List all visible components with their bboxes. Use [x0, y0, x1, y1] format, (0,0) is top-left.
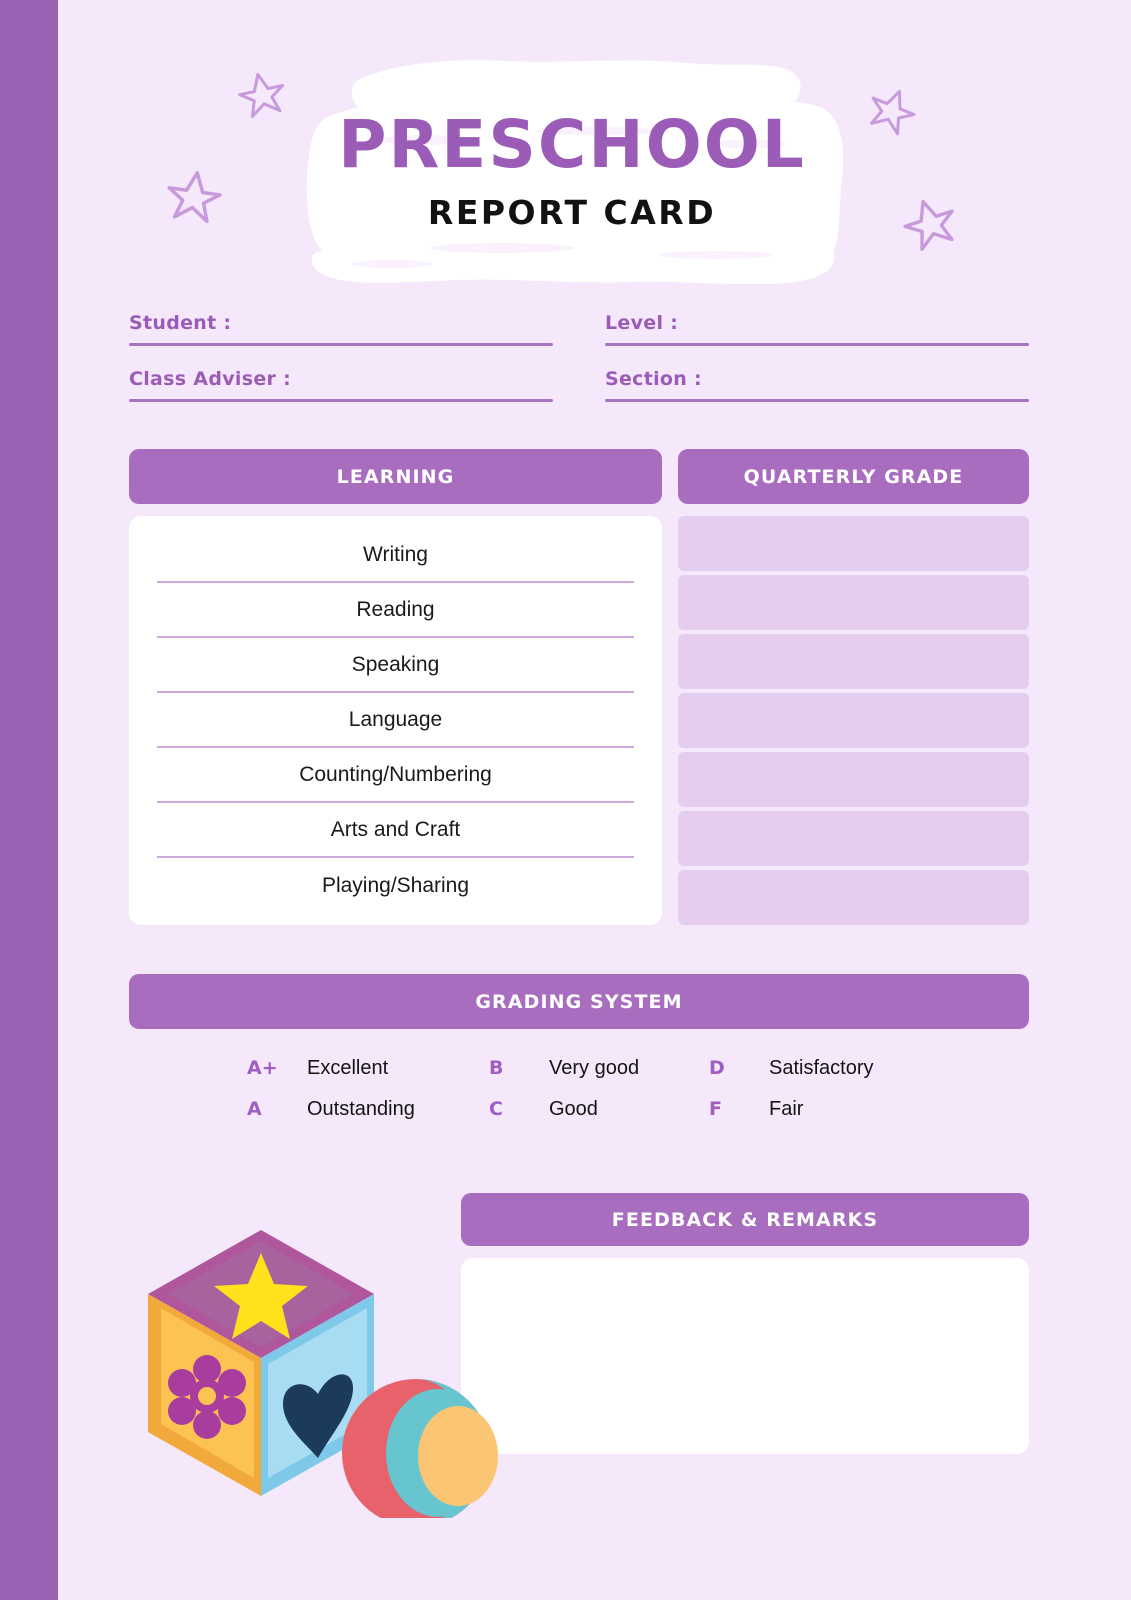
subject-row: Writing	[157, 528, 634, 583]
learning-grade-body: Writing Reading Speaking Language Counti…	[129, 516, 1029, 925]
toy-block-cube	[148, 1230, 374, 1496]
feedback-section: FEEDBACK & REMARKS	[461, 1193, 1029, 1454]
grading-system-section: GRADING SYSTEM A+ Excellent B Very good …	[129, 974, 1029, 1139]
legend-item-a: A Outstanding	[247, 1098, 489, 1121]
legend-description: Excellent	[307, 1057, 389, 1079]
grade-input-box[interactable]	[678, 811, 1029, 866]
star-top-right-upper-icon	[861, 79, 923, 141]
legend-letter: F	[709, 1098, 722, 1120]
legend-item-d: D Satisfactory	[709, 1057, 909, 1080]
quarterly-grade-column	[678, 516, 1029, 925]
title-block: PRESCHOOL REPORT CARD	[296, 52, 848, 284]
student-field[interactable]: Student :	[129, 312, 553, 346]
page-subtitle: REPORT CARD	[427, 193, 717, 232]
subject-row: Counting/Numbering	[157, 748, 634, 803]
legend-letter: A	[247, 1098, 262, 1120]
legend-description: Satisfactory	[769, 1057, 874, 1079]
legend-item-b: B Very good	[489, 1057, 709, 1080]
section-label: Section :	[605, 368, 702, 390]
star-top-right-lower-icon	[896, 189, 964, 257]
grade-input-box[interactable]	[678, 752, 1029, 807]
legend-letter: B	[489, 1057, 504, 1079]
info-row-2: Class Adviser : Section :	[129, 368, 1029, 402]
page-title: PRESCHOOL	[338, 106, 806, 183]
student-info-form: Student : Level : Class Adviser : Sectio…	[129, 312, 1029, 424]
grading-system-header: GRADING SYSTEM	[129, 974, 1029, 1029]
toy-blocks-illustration	[128, 1196, 508, 1518]
class-adviser-input-line[interactable]	[129, 399, 553, 402]
grade-input-box[interactable]	[678, 870, 1029, 925]
subject-row: Reading	[157, 583, 634, 638]
star-top-left-lower-icon	[162, 164, 225, 227]
class-adviser-field[interactable]: Class Adviser :	[129, 368, 553, 402]
subject-list-card: Writing Reading Speaking Language Counti…	[129, 516, 662, 925]
grade-input-box[interactable]	[678, 516, 1029, 571]
legend-item-c: C Good	[489, 1098, 709, 1121]
star-top-left-upper-icon	[234, 66, 291, 123]
grading-legend: A+ Excellent B Very good D Satisfactory …	[129, 1057, 1029, 1121]
learning-grade-headers: LEARNING QUARTERLY GRADE	[129, 449, 1029, 504]
student-label: Student :	[129, 312, 232, 334]
feedback-header: FEEDBACK & REMARKS	[461, 1193, 1029, 1246]
feedback-textarea[interactable]	[461, 1258, 1029, 1454]
grade-input-box[interactable]	[678, 693, 1029, 748]
level-input-line[interactable]	[605, 343, 1029, 346]
grade-input-box[interactable]	[678, 634, 1029, 689]
quarterly-grade-column-header: QUARTERLY GRADE	[678, 449, 1029, 504]
legend-letter: A+	[247, 1057, 278, 1079]
subject-row: Playing/Sharing	[321, 873, 470, 897]
grade-input-box[interactable]	[678, 575, 1029, 630]
legend-description: Good	[549, 1098, 598, 1120]
left-accent-stripe	[0, 0, 58, 1600]
student-input-line[interactable]	[129, 343, 553, 346]
subject-row: Speaking	[157, 638, 634, 693]
grading-legend-row: A+ Excellent B Very good D Satisfactory	[247, 1057, 911, 1080]
class-adviser-label: Class Adviser :	[129, 368, 291, 390]
learning-grade-section: LEARNING QUARTERLY GRADE Writing Reading…	[129, 449, 1029, 925]
level-label: Level :	[605, 312, 679, 334]
legend-letter: C	[489, 1098, 503, 1120]
legend-item-f: F Fair	[709, 1098, 909, 1121]
legend-description: Very good	[549, 1057, 640, 1079]
section-input-line[interactable]	[605, 399, 1029, 402]
level-field[interactable]: Level :	[605, 312, 1029, 346]
legend-description: Outstanding	[307, 1098, 415, 1120]
legend-item-a-plus: A+ Excellent	[247, 1057, 489, 1080]
grading-legend-row: A Outstanding C Good F Fair	[247, 1098, 911, 1121]
subject-row: Arts and Craft	[157, 803, 634, 858]
subject-row: Language	[157, 693, 634, 748]
section-field[interactable]: Section :	[605, 368, 1029, 402]
toy-ball	[342, 1379, 498, 1518]
legend-description: Fair	[769, 1098, 804, 1120]
learning-column-header: LEARNING	[129, 449, 662, 504]
info-row-1: Student : Level :	[129, 312, 1029, 346]
legend-letter: D	[709, 1057, 725, 1079]
